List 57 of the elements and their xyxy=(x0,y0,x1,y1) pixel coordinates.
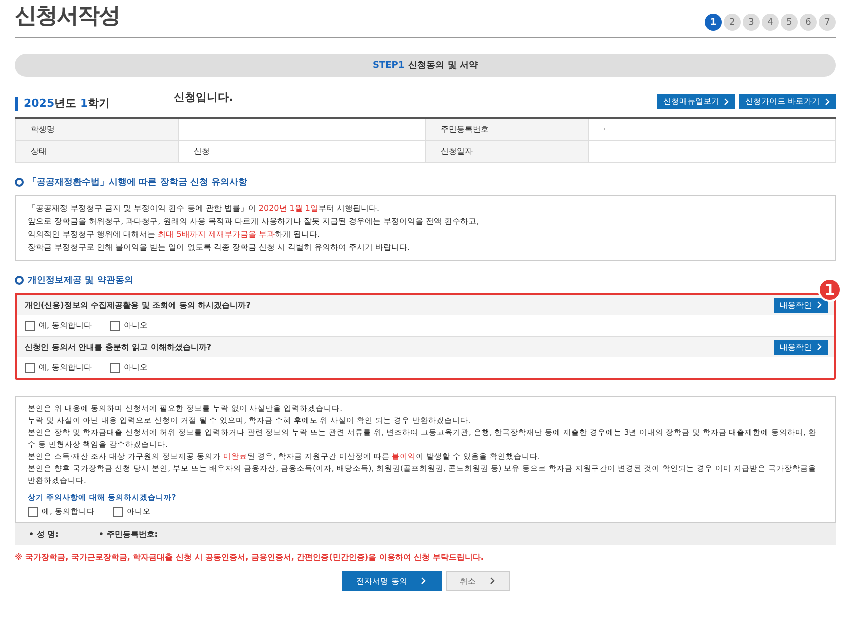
chevron-icon xyxy=(724,98,730,106)
warning-text: ※ 국가장학금, 국가근로장학금, 학자금대출 신청 시 공동인증서, 금융인증서, 간편인증(민간인증)을 이용하여 신청 부탁드립니다. xyxy=(15,552,485,563)
option-label: 예, 동의합니다 xyxy=(39,320,92,331)
chevron-icon xyxy=(817,301,822,309)
field-value: 신청 xyxy=(178,140,426,162)
checkbox[interactable] xyxy=(25,320,35,330)
step-indicator[interactable]: 4 xyxy=(762,14,779,31)
step-indicator[interactable]: 5 xyxy=(781,14,798,31)
section-title: 「공공재정환수법」시행에 따른 장학금 신청 유의사항 xyxy=(28,176,248,189)
chevron-icon xyxy=(421,577,426,585)
chevron-icon xyxy=(490,577,495,585)
guide-button[interactable]: 신청매뉴얼보기 xyxy=(657,94,736,109)
option-label: 아니오 xyxy=(124,362,148,373)
checkbox-option[interactable]: 예, 동의합니다 xyxy=(25,362,92,373)
field-label: 상태 xyxy=(16,140,178,162)
checkbox[interactable] xyxy=(110,362,120,372)
question-text: 개인(신용)정보의 수집제공활용 및 조회에 동의 하시겠습니까? xyxy=(25,300,251,310)
checkbox[interactable] xyxy=(28,507,38,517)
option-label: 아니오 xyxy=(124,320,148,331)
sign-button[interactable]: 전자서명 동의 xyxy=(342,571,442,591)
view-content-button[interactable]: 내용확인 xyxy=(774,298,828,312)
bullet-icon xyxy=(15,276,24,285)
field-label: 주민등록번호 xyxy=(426,118,588,140)
term-heading: 2025년도 1학기 xyxy=(15,97,174,111)
term-notice: 신청입니다. xyxy=(174,90,234,105)
notice-text: 「공공재정 부정청구 금지 및 부정이익 환수 등에 관한 법률」이 2020년 1월 1일부터 시행됩니다. xyxy=(28,203,381,215)
field-value: · xyxy=(588,118,836,140)
checkbox[interactable] xyxy=(25,362,35,372)
step-indicator[interactable]: 1 xyxy=(705,14,722,31)
notice-text: 장학금 부정청구로 인해 불이익을 받는 일이 없도록 각종 장학금 신청 시 각별히 유의하여 주시기 바랍니다. xyxy=(28,242,412,254)
question-text: 신청인 동의서 안내를 충분히 읽고 이해하셨습니까? xyxy=(25,342,212,352)
bullet-icon xyxy=(15,178,24,187)
notice-text: 악의적인 부정청구 행위에 대해서는 최대 5배까지 제재부가금을 부과하게 됩니다. xyxy=(28,229,321,241)
notice-text: 앞으로 장학금을 허위청구, 과다청구, 원래의 사용 목적과 다르게 사용하거나 잘못 지급된 경우에는 부정이익을 전액 환수하고, xyxy=(28,216,480,228)
step-indicator[interactable]: 3 xyxy=(743,14,760,31)
option-label: 예, 동의합니다 xyxy=(39,362,92,373)
chevron-icon xyxy=(825,98,830,106)
step-indicator[interactable]: 2 xyxy=(724,14,741,31)
field-label: 신청일자 xyxy=(426,140,588,162)
signer-field: • 성 명: xyxy=(29,528,59,540)
field-label: 학생명 xyxy=(16,118,178,140)
step-indicator[interactable]: 7 xyxy=(819,14,836,31)
view-content-button[interactable]: 내용확인 xyxy=(774,340,828,354)
signer-field: • 주민등록번호: xyxy=(98,528,158,540)
checkbox[interactable] xyxy=(110,320,120,330)
section-title: 개인정보제공 및 약관동의 xyxy=(28,275,134,287)
checkbox-option[interactable]: 예, 동의합니다 xyxy=(25,320,92,331)
checkbox-option[interactable]: 아니오 xyxy=(110,320,148,331)
page-title: 신청서작성 xyxy=(15,3,120,31)
step-indicator[interactable]: 6 xyxy=(800,14,817,31)
cancel-button[interactable]: 취소 xyxy=(446,571,510,591)
guide-button[interactable]: 신청가이드 바로가기 xyxy=(739,94,836,109)
step-banner: STEP1 신청동의 및 서약 xyxy=(15,54,836,77)
checkbox[interactable] xyxy=(112,507,123,517)
step-marker: 1 xyxy=(818,278,842,302)
checkbox-option[interactable]: 아니오 xyxy=(110,362,148,373)
chevron-icon xyxy=(817,343,822,351)
